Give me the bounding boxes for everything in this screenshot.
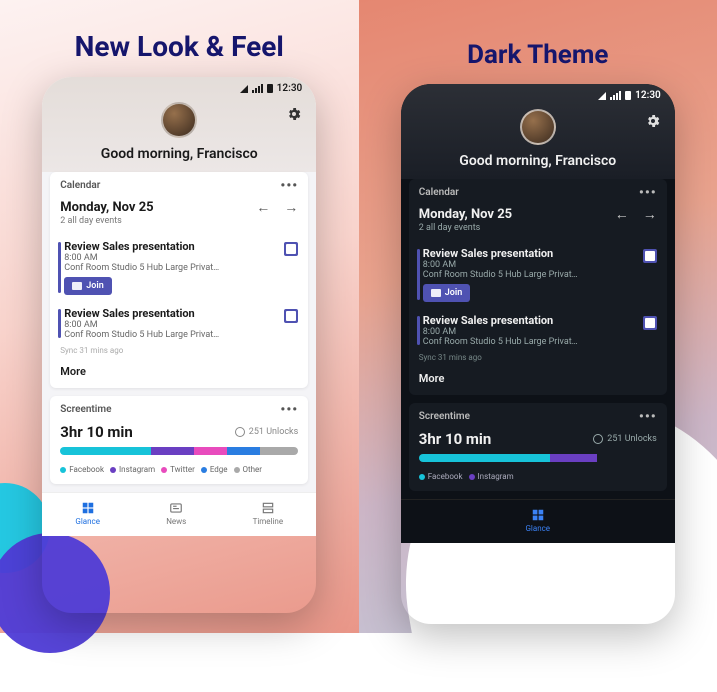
screentime-card: Screentime ••• 3hr 10 min 251 Unlocks Fa… <box>409 403 667 491</box>
battery-icon <box>625 91 631 100</box>
bottom-nav: Glance <box>401 499 675 543</box>
tab-glance[interactable]: Glance <box>75 501 100 526</box>
signal-icon <box>598 92 606 100</box>
section-label: Calendar <box>419 187 459 198</box>
signal-icon <box>240 85 248 93</box>
gear-icon <box>645 113 661 129</box>
teams-icon <box>643 316 657 330</box>
screentime-bar <box>419 454 657 462</box>
wifi-icon <box>610 91 621 100</box>
allday-count: 2 all day events <box>409 223 667 241</box>
section-label: Screentime <box>419 411 470 422</box>
calendar-date: Monday, Nov 25 <box>60 200 153 215</box>
screentime-legend: Facebook Instagram <box>409 468 667 491</box>
screentime-total: 3hr 10 min <box>60 423 133 441</box>
event-location: Conf Room Studio 5 Hub Large Privat… <box>423 337 657 347</box>
status-time: 12:30 <box>635 90 661 101</box>
greeting-text: Good morning, Francisco <box>459 153 616 169</box>
event-time: 8:00 AM <box>64 253 298 263</box>
join-button[interactable]: Join <box>423 284 470 302</box>
tab-glance[interactable]: Glance <box>525 508 550 533</box>
status-bar: 12:30 <box>401 84 675 103</box>
legend-item: Twitter <box>161 465 195 474</box>
more-options-button[interactable]: ••• <box>639 190 657 196</box>
more-link[interactable]: More <box>409 366 667 395</box>
wifi-icon <box>252 84 263 93</box>
calendar-card: Calendar ••• Monday, Nov 25 ← → 2 all da… <box>50 172 308 388</box>
more-link[interactable]: More <box>50 359 308 388</box>
calendar-event[interactable]: Review Sales presentation 8:00 AM Conf R… <box>50 234 308 301</box>
screentime-total: 3hr 10 min <box>419 430 492 448</box>
legend-item: Instagram <box>469 472 514 481</box>
teams-icon <box>284 309 298 323</box>
teams-icon <box>284 242 298 256</box>
calendar-event[interactable]: Review Sales presentation 8:00 AM Conf R… <box>50 301 308 346</box>
section-label: Screentime <box>60 404 111 415</box>
legend-item: Facebook <box>60 465 104 474</box>
next-day-button[interactable]: → <box>643 206 657 223</box>
avatar[interactable] <box>520 109 556 145</box>
calendar-date: Monday, Nov 25 <box>419 207 512 222</box>
legend-item: Edge <box>201 465 228 474</box>
more-options-button[interactable]: ••• <box>280 183 298 189</box>
event-time: 8:00 AM <box>64 320 298 330</box>
screentime-bar <box>60 447 298 455</box>
more-options-button[interactable]: ••• <box>639 414 657 420</box>
section-label: Calendar <box>60 180 100 191</box>
prev-day-button[interactable]: ← <box>256 199 270 216</box>
calendar-event[interactable]: Review Sales presentation 8:00 AM Conf R… <box>409 308 667 353</box>
teams-join-icon <box>431 289 441 297</box>
news-icon <box>168 501 184 515</box>
event-title: Review Sales presentation <box>64 307 298 320</box>
sync-status: Sync 31 mins ago <box>50 346 308 359</box>
calendar-card: Calendar ••• Monday, Nov 25 ← → 2 all da… <box>409 179 667 395</box>
phone-light: 12:30 Good morning, Francisco Calendar •… <box>42 77 316 613</box>
legend-item: Other <box>234 465 262 474</box>
glance-icon <box>80 501 96 515</box>
event-title: Review Sales presentation <box>423 314 657 327</box>
prev-day-button[interactable]: ← <box>615 206 629 223</box>
fingerprint-icon <box>593 434 603 444</box>
calendar-event[interactable]: Review Sales presentation 8:00 AM Conf R… <box>409 241 667 308</box>
allday-count: 2 all day events <box>50 216 308 234</box>
more-options-button[interactable]: ••• <box>280 407 298 413</box>
screentime-legend: Facebook Instagram Twitter Edge Other <box>50 461 308 484</box>
legend-item: Facebook <box>419 472 463 481</box>
panel-caption: New Look & Feel <box>75 30 284 63</box>
event-title: Review Sales presentation <box>64 240 298 253</box>
unlock-count: 251 Unlocks <box>593 434 656 444</box>
tab-timeline[interactable]: Timeline <box>253 501 284 526</box>
settings-button[interactable] <box>645 113 661 129</box>
next-day-button[interactable]: → <box>284 199 298 216</box>
event-title: Review Sales presentation <box>423 247 657 260</box>
bottom-nav: Glance News Timeline <box>42 492 316 536</box>
event-time: 8:00 AM <box>423 260 657 270</box>
event-time: 8:00 AM <box>423 327 657 337</box>
fingerprint-icon <box>235 427 245 437</box>
settings-button[interactable] <box>286 106 302 122</box>
status-bar: 12:30 <box>42 77 316 96</box>
unlock-count: 251 Unlocks <box>235 427 298 437</box>
gear-icon <box>286 106 302 122</box>
teams-icon <box>643 249 657 263</box>
event-location: Conf Room Studio 5 Hub Large Privat… <box>423 270 657 280</box>
status-time: 12:30 <box>277 83 303 94</box>
teams-join-icon <box>72 282 82 290</box>
screentime-card: Screentime ••• 3hr 10 min 251 Unlocks Fa… <box>50 396 308 484</box>
tab-news[interactable]: News <box>166 501 186 526</box>
timeline-icon <box>260 501 276 515</box>
legend-item: Instagram <box>110 465 155 474</box>
event-location: Conf Room Studio 5 Hub Large Privat… <box>64 330 298 340</box>
phone-dark: 12:30 Good morning, Francisco Calendar •… <box>401 84 675 624</box>
greeting-text: Good morning, Francisco <box>101 146 258 162</box>
avatar[interactable] <box>161 102 197 138</box>
event-location: Conf Room Studio 5 Hub Large Privat… <box>64 263 298 273</box>
join-button[interactable]: Join <box>64 277 111 295</box>
sync-status: Sync 31 mins ago <box>409 353 667 366</box>
battery-icon <box>267 84 273 93</box>
glance-icon <box>530 508 546 522</box>
panel-caption: Dark Theme <box>467 40 608 70</box>
